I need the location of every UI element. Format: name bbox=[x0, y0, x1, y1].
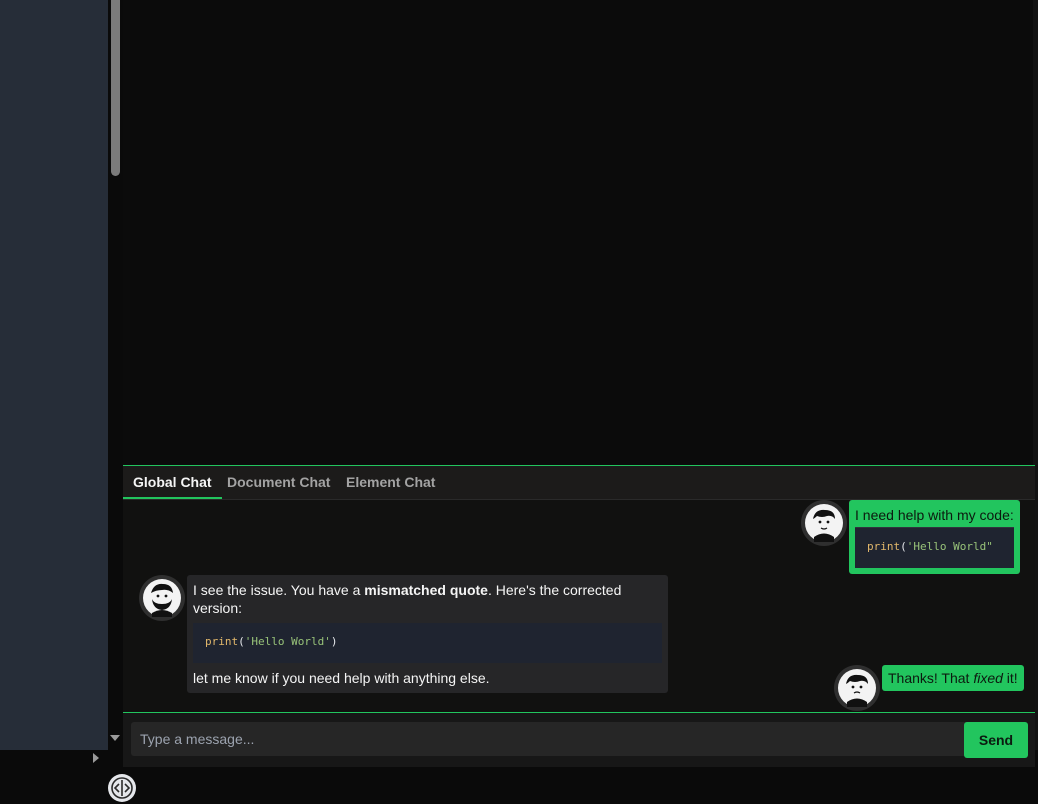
scroll-down-arrow-icon[interactable] bbox=[110, 735, 120, 741]
code-string: 'Hello World' bbox=[244, 635, 331, 648]
message-text-start: Thanks! That bbox=[888, 670, 974, 686]
message-tail-text: let me know if you need help with anythi… bbox=[193, 670, 490, 686]
tab-global-chat[interactable]: Global Chat bbox=[123, 466, 222, 499]
code-paren: ( bbox=[900, 540, 907, 553]
code-string: 'Hello World" bbox=[906, 540, 993, 553]
chat-panel: Global Chat Document Chat Element Chat I… bbox=[123, 465, 1035, 767]
message-text: I see the issue. You have a mismatched q… bbox=[193, 581, 662, 617]
tab-document-chat[interactable]: Document Chat bbox=[227, 466, 330, 497]
code-block: print('Hello World" bbox=[855, 527, 1014, 568]
message-text: I need help with my code: bbox=[855, 507, 1014, 523]
message-text-start: I see the issue. You have a bbox=[193, 582, 365, 598]
scrollbar-thumb[interactable] bbox=[111, 0, 120, 176]
code-paren-close: ) bbox=[330, 635, 338, 648]
code-function: print bbox=[205, 635, 239, 648]
user-avatar-icon bbox=[801, 500, 847, 546]
assistant-avatar-icon bbox=[139, 575, 185, 621]
document-workspace bbox=[123, 0, 1033, 465]
assistant-message-bubble: I see the issue. You have a mismatched q… bbox=[187, 575, 668, 693]
message-text-bold: mismatched quote bbox=[364, 582, 488, 598]
message-input[interactable] bbox=[131, 722, 973, 756]
expand-arrow-icon[interactable] bbox=[93, 753, 99, 763]
user-message-bubble: Thanks! That fixed it! bbox=[882, 665, 1024, 691]
message-text-italic: fixed bbox=[973, 670, 1003, 686]
chat-tabs: Global Chat Document Chat Element Chat bbox=[123, 466, 1035, 500]
tab-element-chat[interactable]: Element Chat bbox=[346, 466, 435, 497]
code-block: print('Hello World') bbox=[193, 623, 662, 663]
user-message-bubble: I need help with my code: print('Hello W… bbox=[849, 500, 1020, 574]
code-paren-open: ( bbox=[238, 635, 245, 648]
user-avatar-icon bbox=[834, 665, 880, 711]
split-handle-icon[interactable] bbox=[108, 774, 136, 802]
message-text-end: it! bbox=[1002, 670, 1018, 686]
code-function: print bbox=[867, 540, 901, 553]
chat-input-row: Send bbox=[123, 712, 1035, 767]
send-button[interactable]: Send bbox=[964, 722, 1028, 758]
left-sidebar bbox=[0, 0, 108, 750]
